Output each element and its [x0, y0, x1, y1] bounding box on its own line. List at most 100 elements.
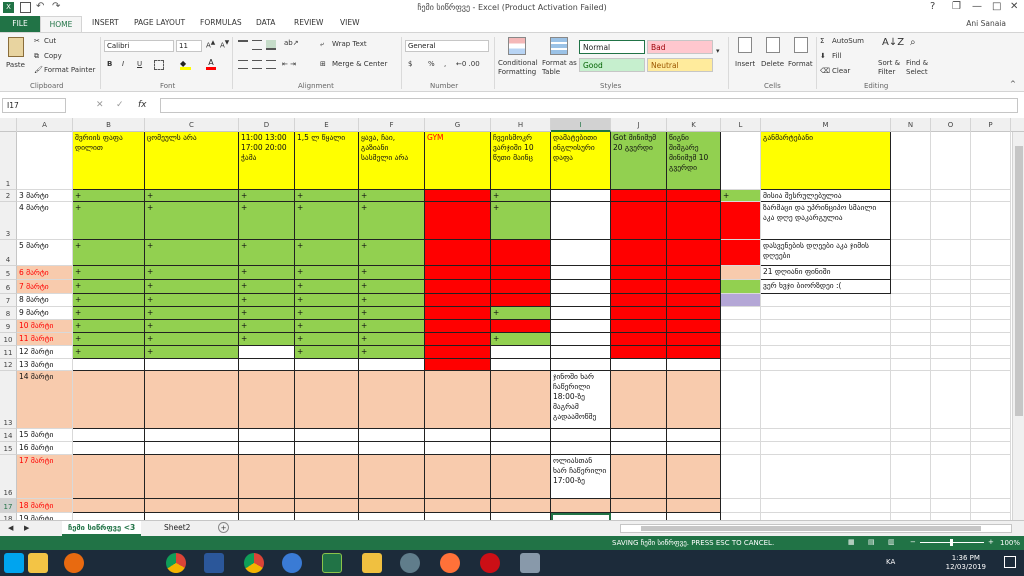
close-button[interactable]: ✕: [1010, 1, 1018, 12]
empty-cell[interactable]: [761, 320, 891, 333]
tracker-cell-k[interactable]: [667, 333, 721, 346]
empty-cell[interactable]: [971, 307, 1011, 320]
tracker-cell-i[interactable]: [551, 240, 611, 266]
format-table-button[interactable]: Format as Table: [542, 59, 578, 77]
legend-color-swatch[interactable]: [721, 307, 761, 320]
tracker-cell-c[interactable]: [145, 455, 239, 499]
chrome-icon[interactable]: [244, 553, 264, 573]
tracker-cell-f[interactable]: [359, 499, 425, 513]
header-cell-g[interactable]: GYM: [425, 132, 491, 190]
tracker-cell-k[interactable]: [667, 455, 721, 499]
empty-cell[interactable]: [971, 371, 1011, 429]
tracker-cell-h[interactable]: [491, 455, 551, 499]
page-break-view-icon[interactable]: ▥: [888, 538, 895, 546]
tracker-cell-g[interactable]: [425, 333, 491, 346]
autosum-icon[interactable]: Σ: [820, 37, 824, 45]
empty-cell[interactable]: [931, 429, 971, 442]
tab-file[interactable]: FILE: [0, 16, 40, 32]
tracker-cell-g[interactable]: [425, 294, 491, 307]
tracker-cell-g[interactable]: [425, 442, 491, 455]
legend-color-swatch[interactable]: [721, 294, 761, 307]
conditional-formatting-button[interactable]: Conditional Formatting: [498, 59, 540, 77]
fill-color-icon[interactable]: ◆: [180, 60, 191, 70]
empty-cell[interactable]: [931, 190, 971, 202]
legend-color-swatch[interactable]: +: [721, 190, 761, 202]
empty-cell[interactable]: [971, 333, 1011, 346]
bold-button[interactable]: B: [107, 60, 112, 68]
tracker-cell-b[interactable]: [73, 499, 145, 513]
header-cell-j[interactable]: Got მინიმუმ 20 გვერდი: [611, 132, 667, 190]
legend-color-swatch[interactable]: [721, 371, 761, 429]
merge-center-button[interactable]: Merge & Center: [332, 60, 387, 68]
eraser-icon[interactable]: ⌫: [820, 67, 830, 75]
tracker-cell-h[interactable]: +: [491, 307, 551, 320]
empty-cell[interactable]: [971, 455, 1011, 499]
header-cell-m[interactable]: განმარტებანი: [761, 132, 891, 190]
tracker-cell-b[interactable]: +: [73, 190, 145, 202]
legend-color-swatch[interactable]: [721, 429, 761, 442]
tracker-cell-h[interactable]: [491, 320, 551, 333]
tracker-cell-k[interactable]: [667, 202, 721, 240]
zoom-slider[interactable]: [920, 539, 984, 546]
empty-cell[interactable]: [971, 240, 1011, 266]
tracker-cell-b[interactable]: [73, 429, 145, 442]
tracker-cell-j[interactable]: [611, 240, 667, 266]
tracker-cell-f[interactable]: [359, 513, 425, 520]
empty-cell[interactable]: [891, 294, 931, 307]
tracker-cell-c[interactable]: +: [145, 240, 239, 266]
align-bottom-icon[interactable]: [266, 40, 276, 50]
empty-cell[interactable]: [971, 280, 1011, 294]
settings-app-icon[interactable]: [400, 553, 420, 573]
tracker-cell-j[interactable]: [611, 307, 667, 320]
tracker-cell-h[interactable]: [491, 294, 551, 307]
media-player-icon[interactable]: [64, 553, 84, 573]
tracker-cell-k[interactable]: [667, 513, 721, 520]
tracker-cell-g[interactable]: [425, 455, 491, 499]
copy-icon[interactable]: ⧉: [34, 52, 39, 61]
tracker-cell-j[interactable]: [611, 202, 667, 240]
tracker-cell-f[interactable]: [359, 442, 425, 455]
sheet-prev-icon[interactable]: ◀: [8, 524, 13, 532]
tab-insert[interactable]: INSERT: [92, 18, 119, 27]
select-all-corner[interactable]: [0, 118, 17, 132]
tracker-cell-j[interactable]: [611, 346, 667, 359]
cancel-formula-icon[interactable]: ✕: [96, 100, 104, 110]
empty-cell[interactable]: [891, 513, 931, 520]
empty-cell[interactable]: [931, 132, 971, 190]
tab-data[interactable]: DATA: [256, 18, 275, 27]
legend-color-swatch[interactable]: [721, 513, 761, 520]
tracker-cell-g[interactable]: [425, 499, 491, 513]
empty-cell[interactable]: [891, 429, 931, 442]
tracker-cell-d[interactable]: +: [239, 240, 295, 266]
date-cell[interactable]: 10 მარტი: [17, 320, 73, 333]
header-cell-f[interactable]: ყავა, ჩაი, გაზიანი სასმელი არა: [359, 132, 425, 190]
legend-color-swatch[interactable]: [721, 202, 761, 240]
tracker-cell-i[interactable]: [551, 333, 611, 346]
page-layout-view-icon[interactable]: ▤: [868, 538, 875, 546]
empty-cell[interactable]: [891, 455, 931, 499]
delete-cells-icon[interactable]: [766, 37, 780, 53]
tracker-cell-c[interactable]: +: [145, 266, 239, 280]
empty-cell[interactable]: [761, 429, 891, 442]
font-size-box[interactable]: 11: [176, 40, 202, 52]
empty-cell[interactable]: [971, 499, 1011, 513]
copy-button[interactable]: Copy: [44, 52, 62, 60]
disk-app-icon[interactable]: [520, 553, 540, 573]
tracker-cell-g[interactable]: [425, 320, 491, 333]
tracker-cell-k[interactable]: [667, 320, 721, 333]
empty-cell[interactable]: [931, 202, 971, 240]
row-header[interactable]: 8: [0, 307, 17, 320]
hscroll-thumb[interactable]: [641, 526, 981, 531]
tab-review[interactable]: REVIEW: [294, 18, 323, 27]
tracker-cell-f[interactable]: +: [359, 190, 425, 202]
legend-text[interactable]: 21 დღიანი ფინიში: [761, 266, 891, 280]
tracker-cell-c[interactable]: +: [145, 307, 239, 320]
styles-more-icon[interactable]: ▾: [716, 47, 720, 55]
tracker-cell-i[interactable]: [551, 346, 611, 359]
find-select-button[interactable]: Find & Select: [906, 59, 936, 77]
tracker-cell-f[interactable]: +: [359, 333, 425, 346]
tracker-cell-d[interactable]: [239, 442, 295, 455]
new-sheet-button[interactable]: +: [218, 522, 229, 533]
tracker-cell-f[interactable]: +: [359, 202, 425, 240]
decimal-icon[interactable]: ←0 .00: [456, 60, 480, 68]
